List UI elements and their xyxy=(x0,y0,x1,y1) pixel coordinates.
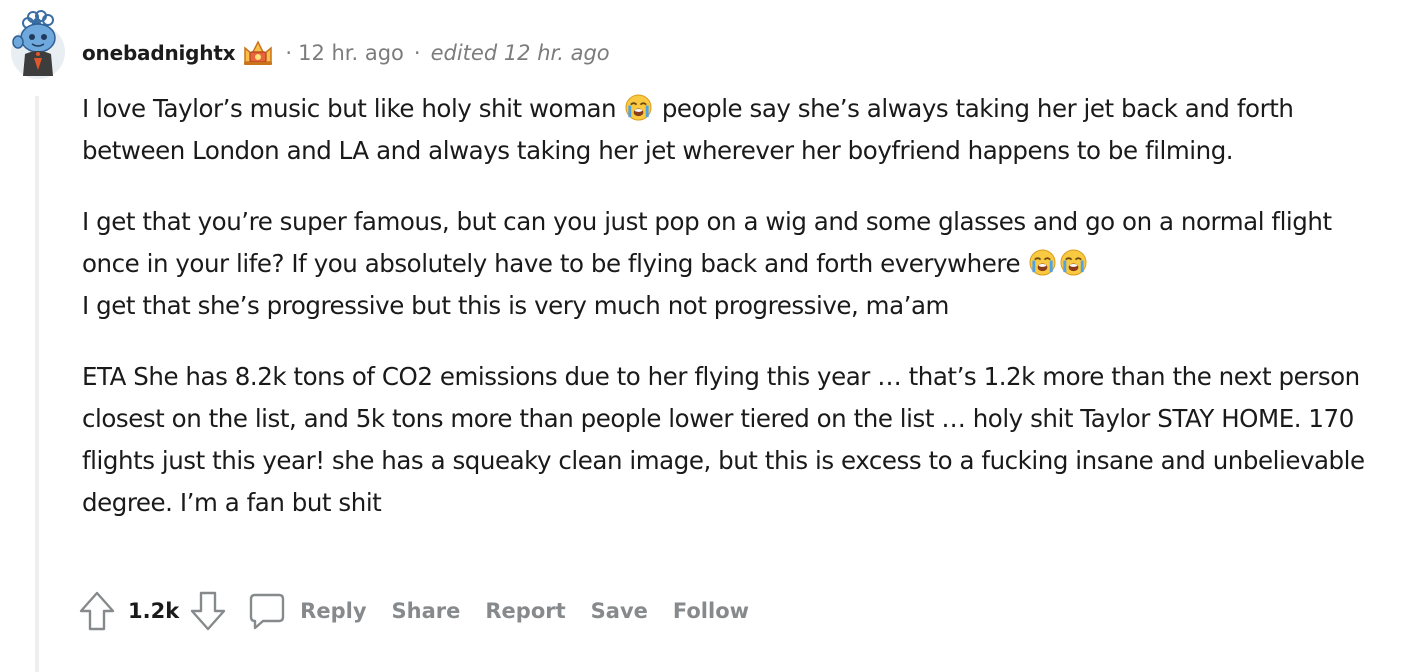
loudly-crying-face-icon xyxy=(625,94,653,121)
snoo-avatar-icon[interactable] xyxy=(8,8,68,80)
trophy-crown-icon xyxy=(244,40,273,65)
save-button[interactable]: Save xyxy=(591,599,648,623)
comment-paragraph: I get that you’re super famous, but can … xyxy=(82,201,1372,327)
report-button[interactable]: Report xyxy=(485,599,565,623)
loudly-crying-face-icon xyxy=(1029,249,1056,276)
follow-button[interactable]: Follow xyxy=(673,599,749,623)
loudly-crying-face-icon xyxy=(1060,249,1087,276)
downvote-button[interactable] xyxy=(189,590,227,632)
comment-actions: 1.2k Reply Share Report Save Follow xyxy=(78,588,749,634)
comment-text: I love Taylor’s music but like holy shit… xyxy=(82,94,617,123)
comment-text: I get that she’s progressive but this is… xyxy=(82,291,949,320)
comment: onebadnightx · 12 hr. ago · edited 12 hr… xyxy=(0,0,1418,672)
comment-paragraph: I love Taylor’s music but like holy shit… xyxy=(82,88,1372,172)
reply-label[interactable]: Reply xyxy=(300,599,366,623)
thread-line[interactable] xyxy=(35,96,39,672)
timestamp[interactable]: 12 hr. ago xyxy=(298,41,404,65)
vote-score: 1.2k xyxy=(128,599,180,623)
meta-separator: · xyxy=(413,41,421,65)
upvote-arrow-icon xyxy=(79,591,115,631)
comment-paragraph: ETA She has 8.2k tons of CO2 emissions d… xyxy=(82,362,1365,517)
comment-text: I get that you’re super famous, but can … xyxy=(82,207,1332,278)
username-link[interactable]: onebadnightx xyxy=(82,41,236,65)
reply-button[interactable]: Reply xyxy=(247,591,367,631)
speech-bubble-icon xyxy=(249,593,285,630)
comment-header: onebadnightx · 12 hr. ago · edited 12 hr… xyxy=(82,36,610,70)
edited-timestamp: edited 12 hr. ago xyxy=(430,41,610,65)
share-button[interactable]: Share xyxy=(392,599,461,623)
comment-body: I love Taylor’s music but like holy shit… xyxy=(82,88,1372,524)
meta-separator: · xyxy=(285,41,293,65)
downvote-arrow-icon xyxy=(190,591,226,631)
upvote-button[interactable] xyxy=(78,590,116,632)
